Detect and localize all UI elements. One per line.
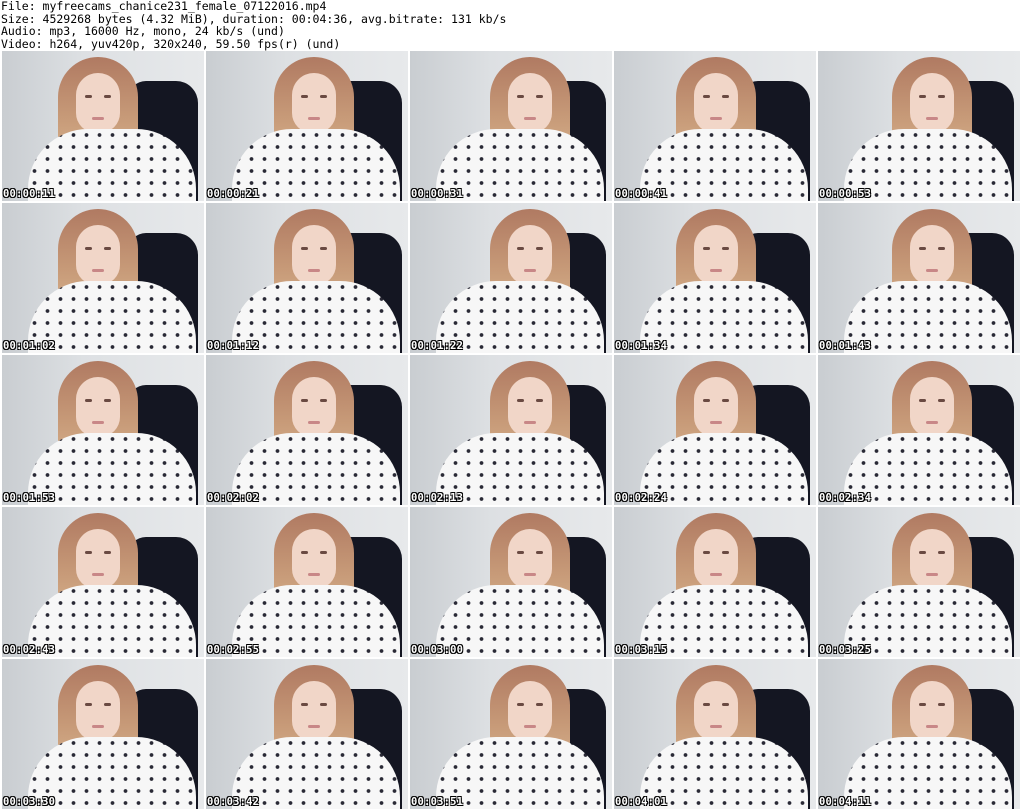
face-shape: [910, 377, 954, 437]
face-shape: [76, 681, 120, 741]
frame-timestamp: 00:02:43: [3, 644, 56, 656]
audio-info-line: Audio: mp3, 16000 Hz, mono, 24 kb/s (und…: [1, 24, 285, 38]
frame-timestamp: 00:02:24: [615, 492, 668, 504]
file-name-line: File: myfreecams_chanice231_female_07122…: [1, 0, 327, 13]
video-frame-thumbnail: 00:02:43: [2, 507, 204, 657]
face-shape: [292, 225, 336, 285]
video-frame-thumbnail: 00:03:15: [614, 507, 816, 657]
video-frame-thumbnail: 00:01:02: [2, 203, 204, 353]
frame-timestamp: 00:00:21: [207, 188, 260, 200]
face-shape: [910, 225, 954, 285]
face-shape: [508, 377, 552, 437]
video-frame-thumbnail: 00:02:13: [410, 355, 612, 505]
video-frame-thumbnail: 00:01:43: [818, 203, 1020, 353]
video-frame-thumbnail: 00:03:42: [206, 659, 408, 809]
face-shape: [694, 529, 738, 589]
face-shape: [694, 681, 738, 741]
frame-timestamp: 00:02:55: [207, 644, 260, 656]
frame-timestamp: 00:00:53: [819, 188, 872, 200]
frame-timestamp: 00:04:11: [819, 796, 872, 808]
video-frame-thumbnail: 00:01:53: [2, 355, 204, 505]
video-frame-thumbnail: 00:02:34: [818, 355, 1020, 505]
video-info-line: Video: h264, yuv420p, 320x240, 59.50 fps…: [1, 36, 341, 51]
face-shape: [508, 681, 552, 741]
frame-timestamp: 00:03:15: [615, 644, 668, 656]
video-frame-thumbnail: 00:01:12: [206, 203, 408, 353]
video-frame-thumbnail: 00:04:01: [614, 659, 816, 809]
face-shape: [76, 73, 120, 133]
face-shape: [694, 377, 738, 437]
face-shape: [694, 73, 738, 133]
frame-timestamp: 00:03:51: [411, 796, 464, 808]
frame-timestamp: 00:01:43: [819, 340, 872, 352]
frame-timestamp: 00:01:22: [411, 340, 464, 352]
face-shape: [292, 681, 336, 741]
face-shape: [508, 225, 552, 285]
frame-timestamp: 00:04:01: [615, 796, 668, 808]
face-shape: [292, 73, 336, 133]
face-shape: [910, 681, 954, 741]
frame-timestamp: 00:02:34: [819, 492, 872, 504]
video-frame-thumbnail: 00:01:34: [614, 203, 816, 353]
frame-timestamp: 00:00:41: [615, 188, 668, 200]
video-frame-thumbnail: 00:03:30: [2, 659, 204, 809]
video-frame-thumbnail: 00:00:11: [2, 51, 204, 201]
face-shape: [292, 377, 336, 437]
frame-timestamp: 00:02:13: [411, 492, 464, 504]
video-frame-thumbnail: 00:03:25: [818, 507, 1020, 657]
face-shape: [76, 377, 120, 437]
face-shape: [910, 73, 954, 133]
video-frame-thumbnail: 00:02:55: [206, 507, 408, 657]
video-frame-thumbnail: 00:02:02: [206, 355, 408, 505]
video-frame-thumbnail: 00:00:41: [614, 51, 816, 201]
video-frame-thumbnail: 00:04:11: [818, 659, 1020, 809]
frame-timestamp: 00:03:30: [3, 796, 56, 808]
frame-timestamp: 00:00:11: [3, 188, 56, 200]
video-frame-thumbnail: 00:03:00: [410, 507, 612, 657]
frame-timestamp: 00:01:34: [615, 340, 668, 352]
frame-timestamp: 00:03:25: [819, 644, 872, 656]
frame-timestamp: 00:02:02: [207, 492, 260, 504]
video-frame-thumbnail: 00:02:24: [614, 355, 816, 505]
file-info-header: File: myfreecams_chanice231_female_07122…: [1, 0, 1021, 50]
video-frame-thumbnail: 00:03:51: [410, 659, 612, 809]
face-shape: [508, 529, 552, 589]
face-shape: [76, 529, 120, 589]
frame-timestamp: 00:01:02: [3, 340, 56, 352]
video-frame-thumbnail: 00:00:31: [410, 51, 612, 201]
frame-timestamp: 00:01:53: [3, 492, 56, 504]
frame-timestamp: 00:00:31: [411, 188, 464, 200]
video-frame-thumbnail: 00:00:21: [206, 51, 408, 201]
frame-timestamp: 00:01:12: [207, 340, 260, 352]
face-shape: [508, 73, 552, 133]
frame-timestamp: 00:03:00: [411, 644, 464, 656]
face-shape: [694, 225, 738, 285]
frame-timestamp: 00:03:42: [207, 796, 260, 808]
video-frame-thumbnail: 00:00:53: [818, 51, 1020, 201]
face-shape: [910, 529, 954, 589]
video-frame-thumbnail: 00:01:22: [410, 203, 612, 353]
face-shape: [292, 529, 336, 589]
face-shape: [76, 225, 120, 285]
thumbnail-grid: 00:00:11 00:00:21 00:00:31 00:00:41 00:00:53…: [2, 51, 1022, 811]
